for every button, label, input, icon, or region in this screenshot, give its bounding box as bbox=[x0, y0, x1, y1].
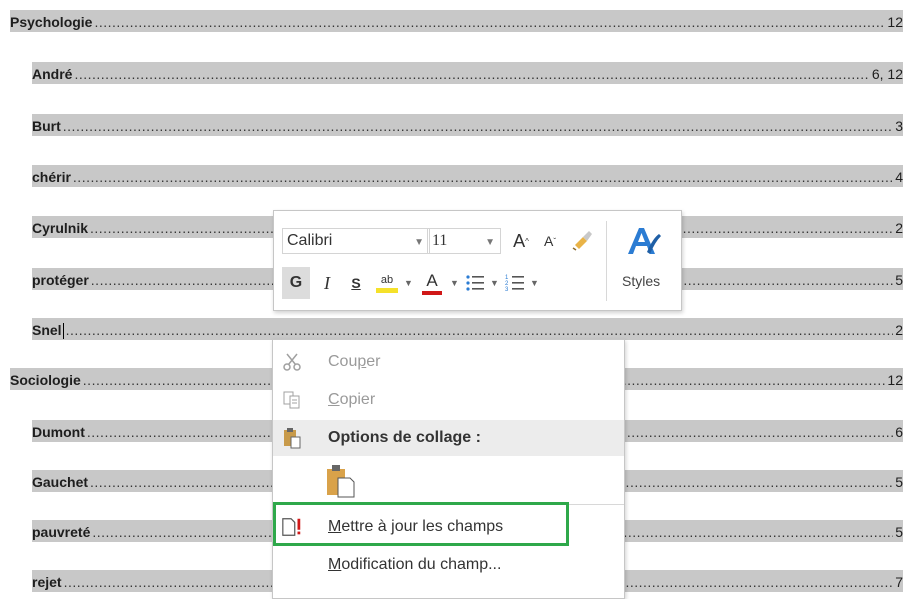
index-entry-label: Psychologie bbox=[10, 14, 93, 30]
highlight-dropdown-arrow[interactable]: ▼ bbox=[404, 278, 413, 288]
index-entry[interactable]: Snel....................................… bbox=[32, 318, 903, 340]
underline-button[interactable]: S bbox=[344, 267, 368, 299]
styles-gallery-button[interactable] bbox=[614, 221, 674, 263]
index-entry-label: Gauchet bbox=[32, 474, 89, 490]
index-entry-label: chérir bbox=[32, 169, 71, 185]
paste-options-header: Options de collage : bbox=[273, 420, 624, 456]
index-entry-label: Snel bbox=[32, 322, 62, 338]
index-entry-page: 2 bbox=[895, 322, 903, 338]
context-menu: Couper Copier Options de collage : Mettr… bbox=[272, 339, 625, 599]
index-entry[interactable]: André...................................… bbox=[32, 62, 903, 84]
font-color-dropdown-arrow[interactable]: ▼ bbox=[450, 278, 459, 288]
italic-button[interactable]: I bbox=[314, 267, 340, 299]
highlight-button[interactable]: ab bbox=[372, 267, 402, 299]
menu-item-copy[interactable]: Copier bbox=[273, 382, 624, 418]
paste-options-header-label: Options de collage : bbox=[328, 429, 481, 446]
bold-button[interactable]: G bbox=[282, 267, 310, 299]
index-entry-page: 12 bbox=[887, 372, 903, 388]
index-entry-page: 4 bbox=[895, 169, 903, 185]
paste-keep-text-icon bbox=[323, 464, 357, 498]
italic-icon: I bbox=[324, 272, 330, 293]
dot-leader: ........................................… bbox=[94, 14, 886, 30]
font-color-icon: A bbox=[426, 270, 438, 290]
shrink-font-button[interactable]: Aˇ bbox=[538, 227, 562, 255]
index-entry-page: 7 bbox=[895, 574, 903, 590]
copy-icon bbox=[281, 389, 303, 411]
shrink-font-icon: A bbox=[543, 233, 554, 249]
font-name-combo[interactable]: Calibri ▼ bbox=[282, 228, 430, 254]
highlight-color-bar bbox=[376, 287, 398, 293]
underline-icon: S bbox=[351, 275, 361, 291]
menu-item-edit-field[interactable]: Modification du champ... bbox=[273, 547, 624, 583]
chevron-down-icon[interactable]: ▼ bbox=[414, 234, 424, 252]
font-size-value: 11 bbox=[432, 232, 448, 249]
index-entry-page: 12 bbox=[887, 14, 903, 30]
index-entry-label: André bbox=[32, 66, 73, 82]
font-name-value: Calibri bbox=[287, 232, 333, 249]
scissors-icon bbox=[281, 351, 303, 373]
dot-leader: ........................................… bbox=[74, 66, 870, 82]
bullets-dropdown-arrow[interactable]: ▼ bbox=[490, 278, 499, 288]
index-entry-page: 3 bbox=[895, 118, 903, 134]
index-entry-label: Sociologie bbox=[10, 372, 81, 388]
index-entry-label: Burt bbox=[32, 118, 61, 134]
index-entry-page: 5 bbox=[895, 524, 903, 540]
menu-item-copy-label: Copier bbox=[328, 391, 376, 408]
font-color-button[interactable]: A bbox=[418, 267, 446, 299]
grow-font-icon: A bbox=[513, 230, 526, 251]
index-entry-page: 2 bbox=[895, 220, 903, 236]
index-entry-page: 6, 12 bbox=[871, 66, 903, 82]
paste-option-keep-text[interactable] bbox=[273, 458, 624, 502]
eraser-brush-icon bbox=[572, 231, 592, 251]
chevron-down-icon[interactable]: ▼ bbox=[485, 234, 495, 252]
dot-leader: ........................................… bbox=[72, 169, 894, 185]
index-entry[interactable]: Burt....................................… bbox=[32, 114, 903, 136]
styles-label: Styles bbox=[622, 273, 661, 289]
index-entry-page: 5 bbox=[895, 272, 903, 288]
menu-item-cut-label: Couper bbox=[328, 353, 381, 370]
font-color-bar bbox=[422, 290, 442, 295]
mini-toolbar: Calibri ▼ 11 ▼ A^ Aˇ Styles G I S ab ▼ bbox=[273, 210, 682, 311]
index-entry-label: rejet bbox=[32, 574, 62, 590]
text-cursor bbox=[62, 323, 64, 339]
highlight-icon: ab bbox=[380, 273, 394, 286]
update-fields-highlight-frame bbox=[273, 502, 569, 546]
numbered-list-icon: 1 2 3 bbox=[505, 275, 524, 292]
bullets-button[interactable] bbox=[462, 267, 488, 299]
index-entry[interactable]: chérir..................................… bbox=[32, 165, 903, 187]
numbering-button[interactable]: 1 2 3 bbox=[502, 267, 528, 299]
dot-leader: ........................................… bbox=[62, 118, 894, 134]
bold-icon: G bbox=[289, 274, 303, 291]
dot-leader: ........................................… bbox=[65, 322, 894, 338]
index-entry-page: 6 bbox=[895, 424, 903, 440]
index-entry-label: protéger bbox=[32, 272, 89, 288]
bullet-list-icon bbox=[466, 275, 484, 291]
styles-icon bbox=[628, 228, 661, 254]
index-entry[interactable]: Psychologie.............................… bbox=[10, 10, 903, 32]
grow-font-button[interactable]: A ^ bbox=[508, 227, 534, 255]
svg-text:3: 3 bbox=[505, 287, 509, 292]
font-size-combo[interactable]: 11 ▼ bbox=[427, 228, 501, 254]
index-entry-page: 5 bbox=[895, 474, 903, 490]
index-entry-label: Dumont bbox=[32, 424, 85, 440]
numbering-dropdown-arrow[interactable]: ▼ bbox=[530, 278, 539, 288]
menu-item-cut[interactable]: Couper bbox=[273, 344, 624, 380]
index-entry-label: pauvreté bbox=[32, 524, 91, 540]
menu-item-edit-field-label: Modification du champ... bbox=[328, 556, 502, 573]
clipboard-icon bbox=[281, 427, 303, 449]
index-entry-label: Cyrulnik bbox=[32, 220, 89, 236]
clear-formatting-button[interactable] bbox=[568, 225, 596, 255]
